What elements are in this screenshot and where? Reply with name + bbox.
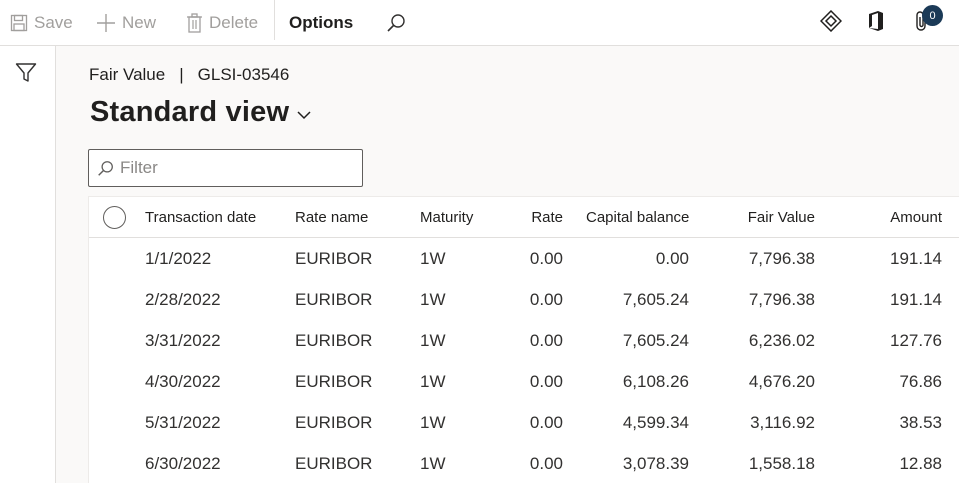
filter-input[interactable] bbox=[120, 158, 350, 178]
new-label: New bbox=[122, 13, 157, 32]
cell-rate-name: EURIBOR bbox=[295, 248, 373, 268]
breadcrumb: Fair Value | GLSI-03546 bbox=[89, 65, 289, 85]
column-header-fair-value[interactable]: Fair Value bbox=[715, 197, 815, 238]
cell-transaction-date: 6/30/2022 bbox=[145, 453, 221, 473]
cell-fair-value: 7,796.38 bbox=[748, 289, 815, 309]
breadcrumb-module: Fair Value bbox=[89, 65, 166, 84]
cell-maturity: 1W bbox=[420, 330, 446, 350]
cell-fair-value: 6,236.02 bbox=[748, 330, 815, 350]
cell-maturity: 1W bbox=[420, 453, 446, 473]
main-content: Fair Value | GLSI-03546 Standard view Tr… bbox=[56, 46, 959, 483]
search-button[interactable] bbox=[386, 0, 412, 46]
cell-capital-balance: 6,108.26 bbox=[622, 371, 689, 391]
cell-rate-name: EURIBOR bbox=[295, 412, 373, 432]
data-grid: Transaction date Rate name Maturity Rate… bbox=[88, 196, 959, 483]
cell-maturity: 1W bbox=[420, 248, 446, 268]
table-row[interactable]: 5/31/2022 EURIBOR 1W 0.00 4,599.34 3,116… bbox=[89, 402, 959, 443]
notification-badge: 0 bbox=[922, 5, 943, 26]
cell-transaction-date: 1/1/2022 bbox=[145, 248, 212, 268]
cell-capital-balance: 4,599.34 bbox=[622, 412, 689, 432]
column-header-capital-balance[interactable]: Capital balance bbox=[586, 197, 689, 238]
cell-maturity: 1W bbox=[420, 371, 446, 391]
toolbar-divider bbox=[274, 0, 275, 40]
cell-transaction-date: 2/28/2022 bbox=[145, 289, 221, 309]
select-all-checkbox[interactable] bbox=[103, 206, 126, 229]
cell-rate-name: EURIBOR bbox=[295, 371, 373, 391]
new-button[interactable]: New bbox=[96, 0, 156, 46]
breadcrumb-separator: | bbox=[179, 65, 184, 84]
search-icon bbox=[386, 13, 406, 33]
table-row[interactable]: 2/28/2022 EURIBOR 1W 0.00 7,605.24 7,796… bbox=[89, 279, 959, 320]
cell-rate: 0.00 bbox=[529, 248, 563, 268]
cell-maturity: 1W bbox=[420, 289, 446, 309]
cell-amount: 191.14 bbox=[890, 248, 942, 268]
delete-button[interactable]: Delete bbox=[186, 0, 258, 46]
save-label: Save bbox=[34, 13, 73, 32]
funnel-icon bbox=[15, 63, 37, 82]
column-header-transaction-date[interactable]: Transaction date bbox=[145, 197, 256, 238]
trash-icon bbox=[186, 13, 203, 33]
filter-field[interactable] bbox=[88, 149, 363, 187]
breadcrumb-record: GLSI-03546 bbox=[197, 65, 290, 84]
cell-capital-balance: 7,605.24 bbox=[622, 330, 689, 350]
page-title: Standard view bbox=[90, 96, 290, 128]
cell-fair-value: 7,796.38 bbox=[748, 248, 815, 268]
grid-header: Transaction date Rate name Maturity Rate… bbox=[89, 197, 959, 238]
cell-rate: 0.00 bbox=[529, 453, 563, 473]
cell-amount: 127.76 bbox=[890, 330, 942, 350]
cell-transaction-date: 5/31/2022 bbox=[145, 412, 221, 432]
office-button[interactable] bbox=[867, 0, 885, 46]
cell-capital-balance: 0.00 bbox=[655, 248, 689, 268]
column-header-rate-name[interactable]: Rate name bbox=[295, 197, 368, 238]
column-header-rate[interactable]: Rate bbox=[505, 197, 563, 238]
table-row[interactable]: 1/1/2022 EURIBOR 1W 0.00 0.00 7,796.38 1… bbox=[89, 238, 959, 279]
office-icon bbox=[867, 10, 885, 37]
cell-fair-value: 1,558.18 bbox=[748, 453, 815, 473]
cell-transaction-date: 4/30/2022 bbox=[145, 371, 221, 391]
cell-maturity: 1W bbox=[420, 412, 446, 432]
delete-label: Delete bbox=[209, 13, 259, 32]
options-label: Options bbox=[289, 13, 354, 32]
table-row[interactable]: 6/30/2022 EURIBOR 1W 0.00 3,078.39 1,558… bbox=[89, 443, 959, 483]
cell-rate-name: EURIBOR bbox=[295, 289, 373, 309]
cell-transaction-date: 3/31/2022 bbox=[145, 330, 221, 350]
plus-icon bbox=[96, 13, 116, 33]
cell-rate: 0.00 bbox=[529, 289, 563, 309]
cell-rate-name: EURIBOR bbox=[295, 453, 373, 473]
options-tab[interactable]: Options bbox=[289, 0, 353, 46]
save-icon bbox=[10, 14, 28, 32]
cell-amount: 76.86 bbox=[899, 371, 942, 391]
cell-amount: 191.14 bbox=[890, 289, 942, 309]
column-header-amount[interactable]: Amount bbox=[849, 197, 942, 238]
filter-pane-button[interactable] bbox=[15, 62, 37, 89]
power-apps-button[interactable] bbox=[819, 0, 843, 46]
chevron-down-icon bbox=[297, 107, 311, 125]
cell-fair-value: 3,116.92 bbox=[750, 412, 815, 432]
cell-rate: 0.00 bbox=[529, 412, 563, 432]
cell-rate: 0.00 bbox=[529, 371, 563, 391]
cell-capital-balance: 3,078.39 bbox=[622, 453, 689, 473]
cell-rate-name: EURIBOR bbox=[295, 330, 373, 350]
cell-rate: 0.00 bbox=[529, 330, 563, 350]
view-selector[interactable]: Standard view bbox=[90, 96, 311, 129]
table-row[interactable]: 4/30/2022 EURIBOR 1W 0.00 6,108.26 4,676… bbox=[89, 361, 959, 402]
column-header-maturity[interactable]: Maturity bbox=[420, 197, 473, 238]
cell-amount: 12.88 bbox=[899, 453, 942, 473]
save-button[interactable]: Save bbox=[10, 0, 73, 46]
cell-amount: 38.53 bbox=[899, 412, 942, 432]
cell-fair-value: 4,676.20 bbox=[748, 371, 815, 391]
diamond-icon bbox=[819, 9, 843, 37]
search-icon bbox=[97, 160, 114, 177]
table-row[interactable]: 3/31/2022 EURIBOR 1W 0.00 7,605.24 6,236… bbox=[89, 320, 959, 361]
action-pane: Save New Delete Options 0 bbox=[0, 0, 959, 46]
cell-capital-balance: 7,605.24 bbox=[622, 289, 689, 309]
left-rail bbox=[0, 46, 56, 483]
